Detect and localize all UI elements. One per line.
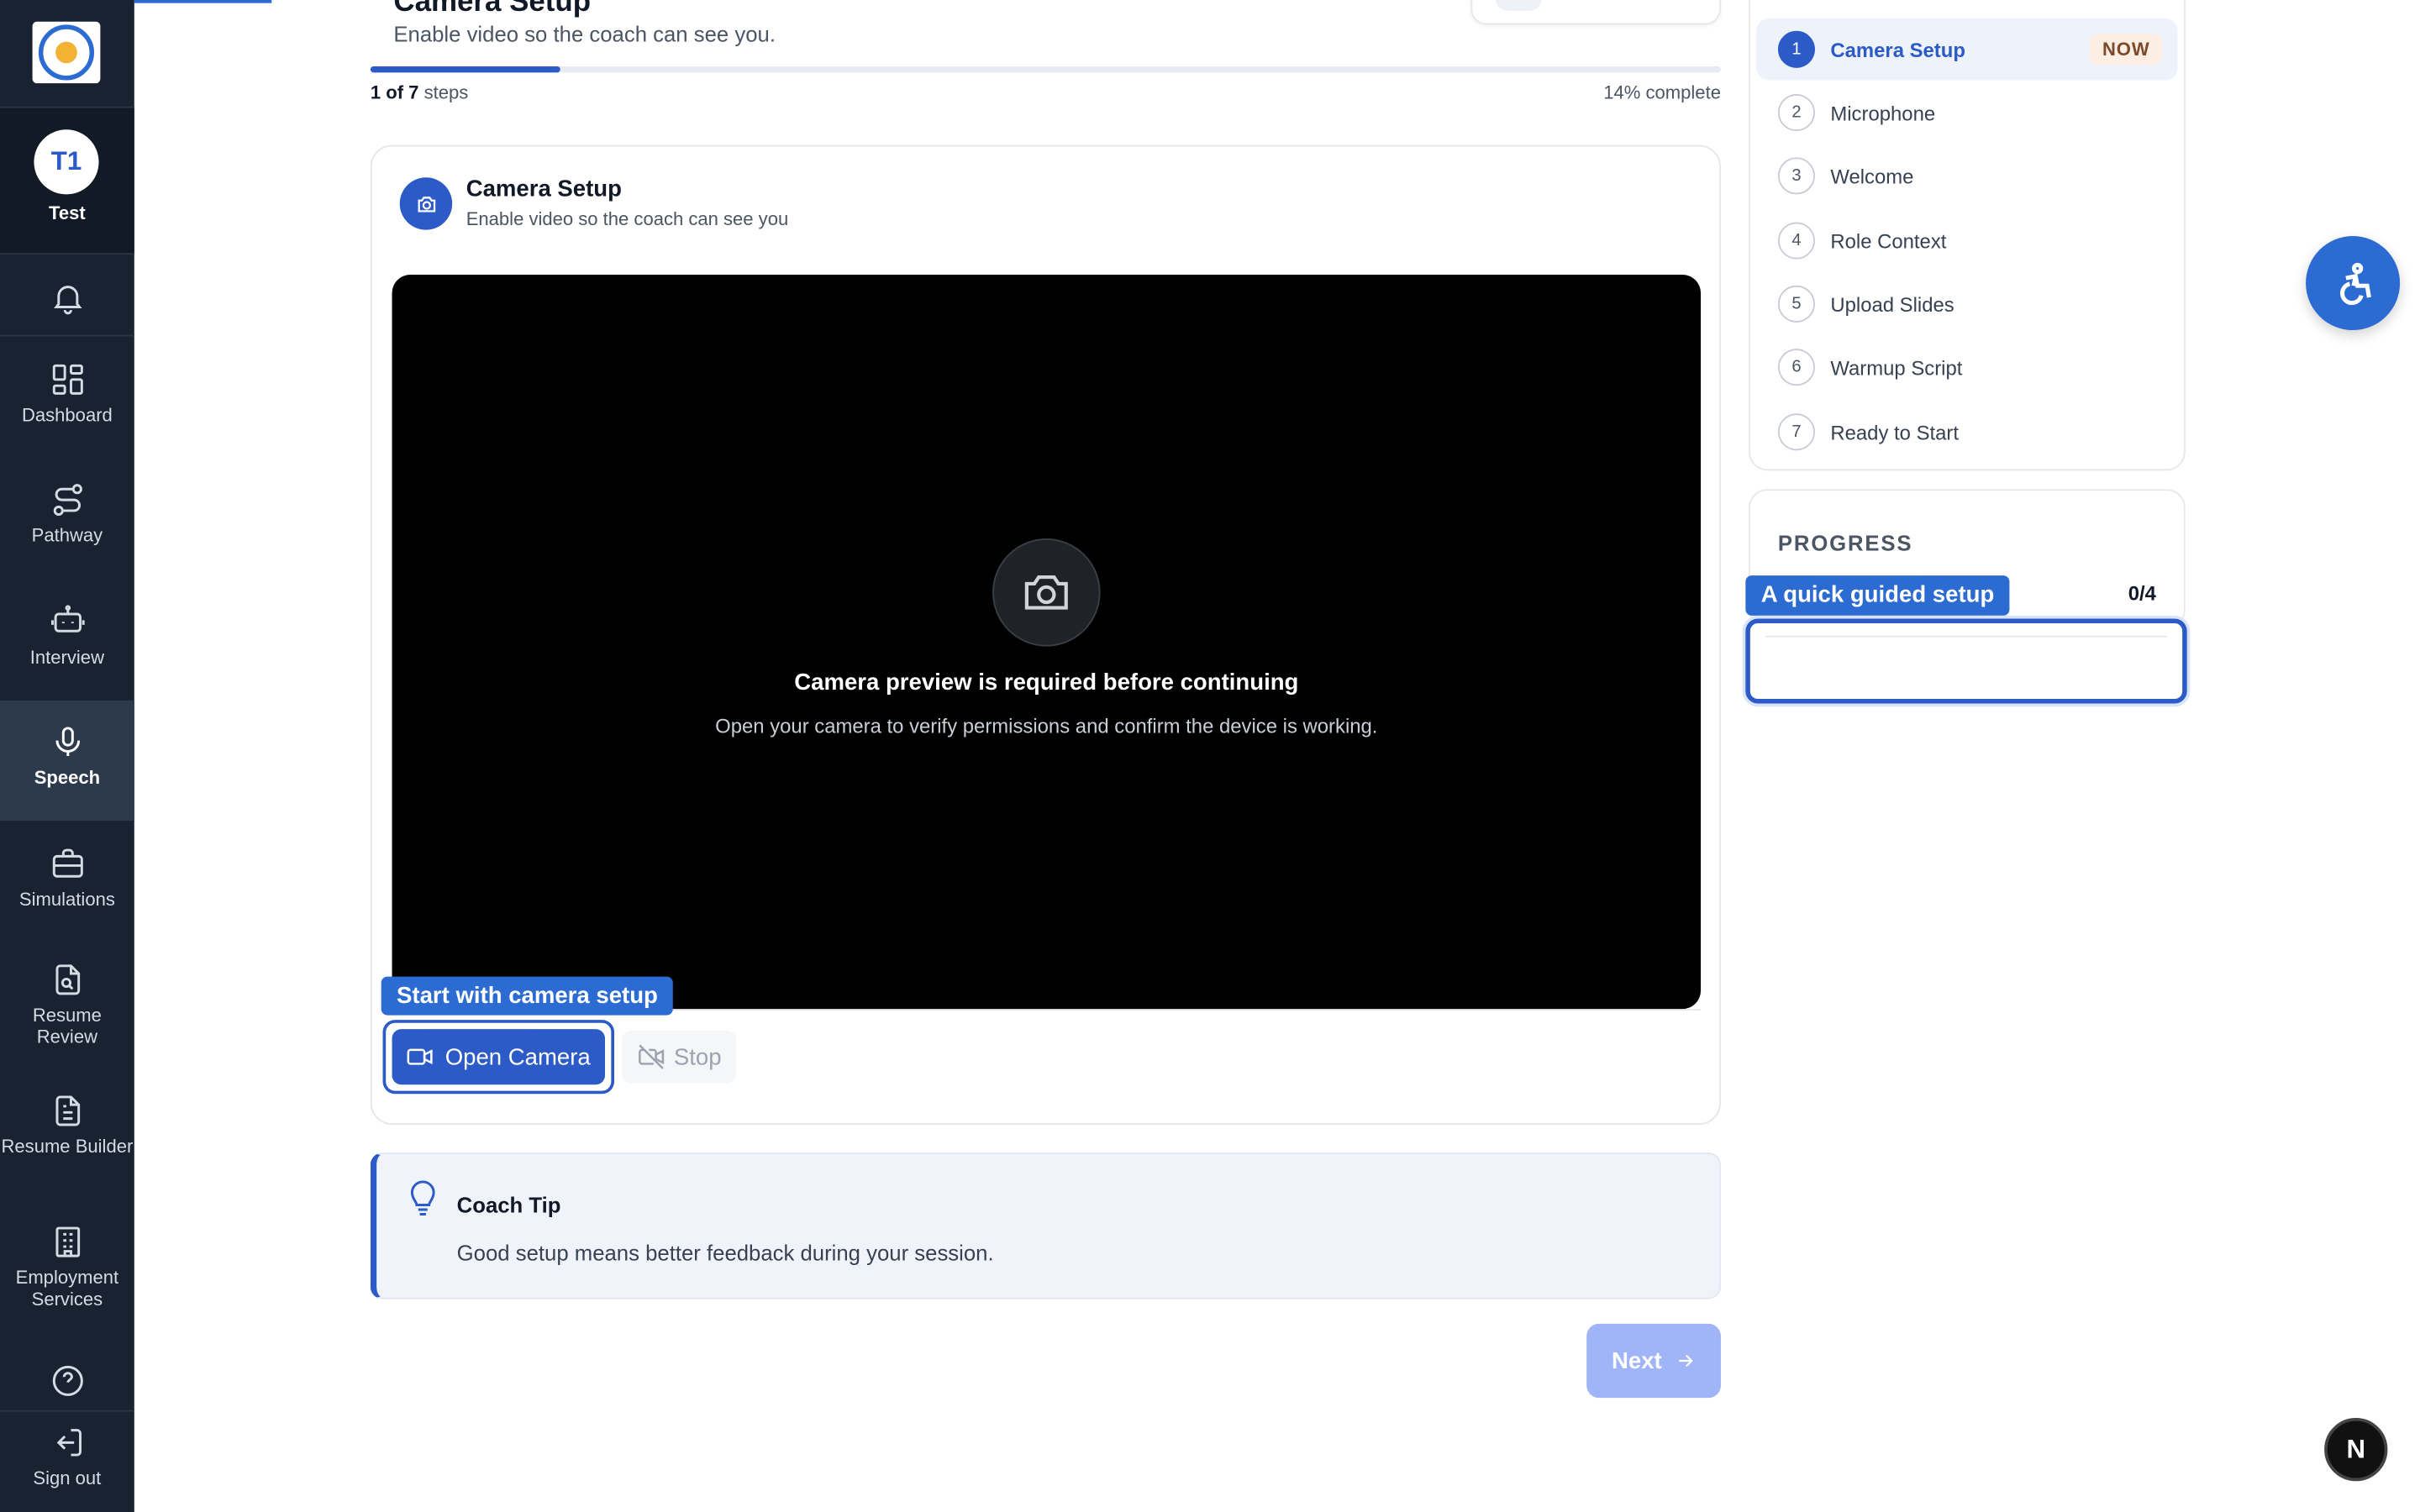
pathway-icon — [52, 484, 82, 517]
card-subtitle: Enable video so the coach can see you — [466, 207, 789, 230]
coach-tip-title: Coach Tip — [456, 1192, 561, 1218]
current-step: 1 — [370, 81, 381, 104]
open-camera-label: Open Camera — [445, 1043, 591, 1070]
profile-section[interactable]: T1 Test — [0, 106, 134, 255]
sidebar-item-dashboard[interactable]: Dashboard — [0, 361, 134, 426]
step-label: Camera Setup — [1830, 38, 1965, 61]
sidebar-item-interview[interactable]: Interview — [0, 603, 134, 668]
sidebar-item-label: Interview — [29, 646, 105, 669]
tour-tooltip-guided-setup: A quick guided setup — [1745, 575, 2010, 616]
step-number: 7 — [1777, 413, 1815, 451]
sidebar-item-resume-review[interactable]: Resume Review — [0, 961, 134, 1047]
accessibility-icon — [2339, 262, 2370, 305]
notifications-button[interactable] — [0, 279, 134, 322]
avatar[interactable]: T1 — [34, 129, 99, 195]
sidebar-item-speech[interactable]: Speech — [0, 700, 134, 822]
step-item-upload-slides[interactable]: 5 Upload Slides — [1756, 273, 2177, 334]
arrow-right-icon — [1678, 1354, 1693, 1368]
step-number: 2 — [1777, 94, 1815, 132]
sign-out-button[interactable]: Sign out — [0, 1424, 134, 1488]
step-progress-bar — [370, 66, 1721, 73]
next-dev-badge[interactable]: N — [2324, 1417, 2388, 1482]
sidebar-item-label: Simulations — [18, 888, 115, 911]
step-label: Role Context — [1830, 228, 1947, 253]
step-label: Welcome — [1830, 164, 1914, 188]
app-logo[interactable] — [32, 21, 101, 84]
profile-name: Test — [49, 202, 86, 224]
document-icon — [55, 1095, 80, 1126]
page-title: Camera Setup — [393, 0, 592, 19]
sidebar-item-label: Resume Review — [32, 1004, 102, 1048]
microphone-icon — [55, 727, 80, 756]
stop-label: Stop — [673, 1043, 722, 1070]
step-label: Ready to Start — [1830, 420, 1960, 444]
top-loading-bar — [134, 0, 272, 3]
total-steps: of 7 — [386, 81, 419, 104]
camera-badge-icon — [399, 177, 453, 230]
building-icon — [55, 1226, 80, 1257]
camera-preview: Camera preview is required before contin… — [392, 274, 1702, 1010]
step-item-welcome[interactable]: 3 Welcome — [1756, 145, 2177, 207]
bell-icon — [53, 286, 82, 315]
step-label: Microphone — [1830, 101, 1936, 124]
coach-tip-text: Good setup means better feedback during … — [456, 1240, 994, 1266]
sidebar-item-label: Resume Builder — [1, 1135, 134, 1158]
sidebar-item-resume-builder[interactable]: Resume Builder — [0, 1092, 134, 1158]
next-button[interactable]: Next — [1586, 1323, 1721, 1399]
stop-button[interactable]: Stop — [622, 1030, 737, 1084]
step-item-camera-setup[interactable]: 1 Camera Setup NOW — [1756, 18, 2178, 81]
help-button[interactable] — [0, 1362, 134, 1405]
accessibility-button[interactable] — [2306, 236, 2401, 331]
card-title: Camera Setup — [466, 176, 622, 202]
steps-list: 1 Camera Setup NOW 2 Microphone 3 Welcom… — [1749, 0, 2186, 471]
step-label: Upload Slides — [1830, 292, 1954, 316]
step-number: 4 — [1777, 222, 1815, 260]
status-badge: NOW — [2090, 34, 2163, 66]
steps-count: 1 of 7 steps — [371, 81, 468, 103]
camera-icon — [992, 538, 1101, 647]
guided-setup-highlight[interactable] — [1745, 618, 2187, 704]
sign-out-label: Sign out — [33, 1467, 102, 1489]
step-item-ready-to-start[interactable]: 7 Ready to Start — [1756, 402, 2177, 463]
video-off-icon — [638, 1044, 664, 1069]
tour-tooltip-camera: Start with camera setup — [381, 976, 674, 1016]
sidebar-item-employment-services[interactable]: Employment Services — [0, 1224, 134, 1310]
step-item-warmup-script[interactable]: 6 Warmup Script — [1756, 336, 2177, 397]
step-item-role-context[interactable]: 4 Role Context — [1756, 210, 2177, 271]
percent-complete: 14% complete — [1603, 81, 1721, 104]
dashboard-icon — [51, 364, 82, 395]
coach-tip: Coach Tip Good setup means better feedba… — [370, 1152, 1721, 1299]
steps-word: steps — [424, 81, 469, 104]
sidebar-item-simulations[interactable]: Simulations — [0, 846, 134, 911]
sidebar-item-pathway[interactable]: Pathway — [0, 481, 134, 546]
sidebar: T1 Test Dashboard Pathway Interview Spee… — [0, 0, 134, 1512]
open-camera-button[interactable]: Open Camera — [382, 1020, 615, 1095]
sidebar-item-label: Dashboard — [21, 404, 113, 426]
step-number: 6 — [1777, 349, 1815, 386]
next-label: Next — [1611, 1347, 1662, 1374]
sidebar-item-label: Pathway — [31, 524, 103, 547]
step-number: 5 — [1777, 285, 1815, 323]
resume-review-icon — [55, 964, 80, 995]
header-chip[interactable] — [1470, 0, 1721, 25]
step-number: 1 — [1777, 30, 1815, 68]
lightbulb-icon — [408, 1180, 439, 1217]
step-item-microphone[interactable]: 2 Microphone — [1756, 81, 2177, 143]
progress-count: 0/4 — [2128, 581, 2156, 605]
preview-title: Camera preview is required before contin… — [794, 669, 1299, 696]
sidebar-item-label: Speech — [34, 766, 101, 789]
interview-icon — [50, 605, 84, 633]
step-label: Warmup Script — [1830, 355, 1963, 379]
progress-title: PROGRESS — [1777, 530, 1913, 556]
page-subtitle: Enable video so the coach can see you. — [393, 21, 776, 47]
help-icon — [51, 1365, 82, 1396]
step-progress-fill — [370, 66, 560, 73]
step-number: 3 — [1777, 157, 1815, 195]
sidebar-item-label: Employment Services — [15, 1266, 119, 1310]
sign-out-icon — [55, 1429, 82, 1457]
briefcase-icon — [51, 848, 82, 878]
video-camera-icon — [408, 1048, 434, 1065]
preview-subtitle: Open your camera to verify permissions a… — [715, 714, 1378, 738]
logo-mark — [38, 24, 95, 81]
